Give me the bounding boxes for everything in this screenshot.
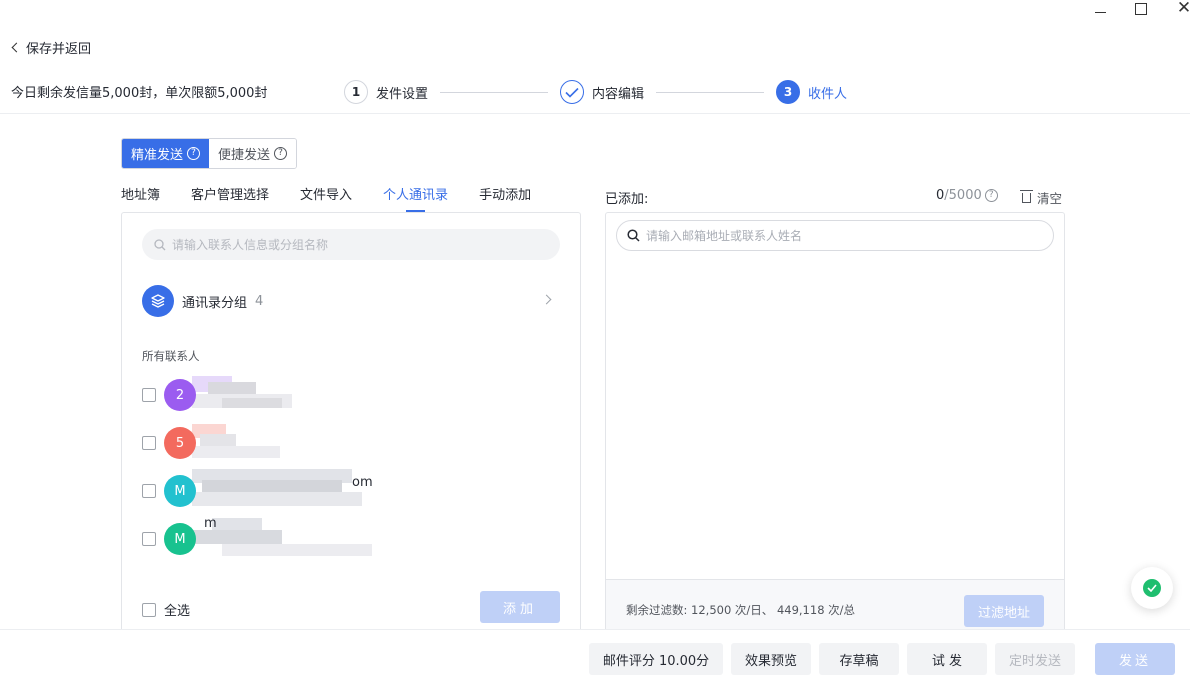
select-all-checkbox[interactable] (142, 602, 156, 617)
precise-send-button[interactable]: 精准发送 ? (122, 139, 210, 168)
mail-score-button[interactable]: 邮件评分 10.00分 (589, 643, 723, 675)
step-1-number: 1 (344, 80, 368, 104)
added-label: 已添加: (605, 192, 649, 207)
step-3-number: 3 (776, 80, 801, 104)
search-icon (627, 229, 640, 242)
step-2-check-icon (560, 80, 585, 104)
tab-address-book[interactable]: 地址簿 (121, 186, 160, 212)
recipient-search-input[interactable] (646, 228, 1006, 243)
step-connector (440, 91, 549, 93)
source-tabs: 地址簿 客户管理选择 文件导入 个人通讯录 手动添加 (121, 186, 562, 212)
save-and-return-label: 保存并返回 (26, 42, 92, 57)
contact-email-fragment: om (352, 475, 373, 490)
tab-file-import[interactable]: 文件导入 (300, 186, 352, 212)
added-count: 0 /5000 ? (936, 188, 998, 203)
contact-search-input[interactable] (172, 237, 532, 252)
floating-status-button[interactable] (1131, 567, 1173, 609)
tab-personal-contacts[interactable]: 个人通讯录 (383, 186, 448, 212)
preview-button[interactable]: 效果预览 (731, 643, 811, 675)
help-icon[interactable]: ? (984, 189, 998, 202)
avatar: M (164, 475, 196, 507)
contact-group-row[interactable]: 通讯录分组 4 (142, 285, 552, 317)
contact-row[interactable]: M om (142, 469, 542, 508)
header-divider (0, 113, 1190, 114)
contacts-panel: 通讯录分组 4 所有联系人 2 5 M om (121, 212, 581, 632)
filter-footer: 剩余过滤数: 12,500 次/日、 449,118 次/总 过滤地址 (606, 580, 1064, 633)
added-recipients-panel: 剩余过滤数: 12,500 次/日、 449,118 次/总 过滤地址 (605, 212, 1065, 633)
added-max: /5000 (944, 188, 982, 203)
step-connector (656, 91, 765, 93)
quick-send-button[interactable]: 便捷发送 ? (209, 139, 297, 168)
maximize-button[interactable] (1133, 0, 1149, 16)
select-all-row[interactable]: 全选 (142, 600, 190, 619)
avatar: 5 (164, 427, 196, 459)
send-mode-toggle: 精准发送 ? 便捷发送 ? (121, 138, 298, 169)
select-all-label: 全选 (164, 604, 191, 619)
step-3-label: 收件人 (808, 86, 848, 102)
add-button[interactable]: 添加 (480, 591, 560, 623)
tab-customer-management[interactable]: 客户管理选择 (191, 186, 269, 212)
contact-checkbox[interactable] (142, 436, 156, 450)
close-icon: ✕ (1176, 0, 1190, 18)
layers-icon (142, 285, 174, 317)
contact-checkbox[interactable] (142, 532, 156, 546)
group-label: 通讯录分组 (182, 295, 248, 311)
close-button[interactable]: ✕ (1176, 0, 1190, 18)
added-current: 0 (936, 188, 945, 203)
trash-icon (1020, 189, 1033, 203)
save-draft-button[interactable]: 存草稿 (819, 643, 899, 675)
action-footer: 邮件评分 10.00分 效果预览 存草稿 试 发 定时发送 发送 (0, 629, 1190, 695)
progress-steps: 1 发件设置 内容编辑 3 收件人 (344, 79, 847, 105)
clear-label: 清空 (1037, 191, 1063, 206)
send-quota-text: 今日剩余发信量5,000封，单次限额5,000封 (11, 86, 268, 101)
group-count: 4 (255, 293, 264, 309)
send-button[interactable]: 发送 (1095, 643, 1175, 675)
help-icon[interactable]: ? (187, 147, 201, 160)
contact-row[interactable]: M m (142, 516, 542, 556)
chevron-left-icon (11, 42, 22, 53)
step-2-label[interactable]: 内容编辑 (592, 83, 644, 102)
check-circle-icon (1143, 579, 1161, 597)
quick-send-label: 便捷发送 (218, 148, 271, 163)
filter-address-button[interactable]: 过滤地址 (964, 595, 1044, 627)
chevron-right-icon (541, 294, 552, 305)
precise-send-label: 精准发送 (131, 148, 184, 163)
avatar: 2 (164, 379, 196, 411)
step-1-label[interactable]: 发件设置 (376, 83, 428, 102)
contact-search-box (142, 229, 560, 260)
all-contacts-label: 所有联系人 (142, 349, 200, 363)
clear-button[interactable]: 清空 (1020, 188, 1063, 207)
avatar: M (164, 523, 196, 555)
recipient-search-box (616, 220, 1054, 251)
contact-name-fragment: m (204, 516, 217, 531)
tab-manual-add[interactable]: 手动添加 (479, 186, 531, 212)
contact-checkbox[interactable] (142, 388, 156, 402)
filter-quota-text: 剩余过滤数: 12,500 次/日、 449,118 次/总 (626, 603, 856, 617)
contact-checkbox[interactable] (142, 484, 156, 498)
test-send-button[interactable]: 试 发 (907, 643, 987, 675)
minimize-button[interactable] (1092, 0, 1108, 16)
save-and-return-link[interactable]: 保存并返回 (10, 38, 91, 57)
search-icon (154, 238, 166, 250)
contact-row[interactable]: 2 (142, 376, 542, 412)
contact-row[interactable]: 5 (142, 424, 542, 460)
schedule-send-button[interactable]: 定时发送 (995, 643, 1075, 675)
help-icon[interactable]: ? (274, 147, 288, 160)
